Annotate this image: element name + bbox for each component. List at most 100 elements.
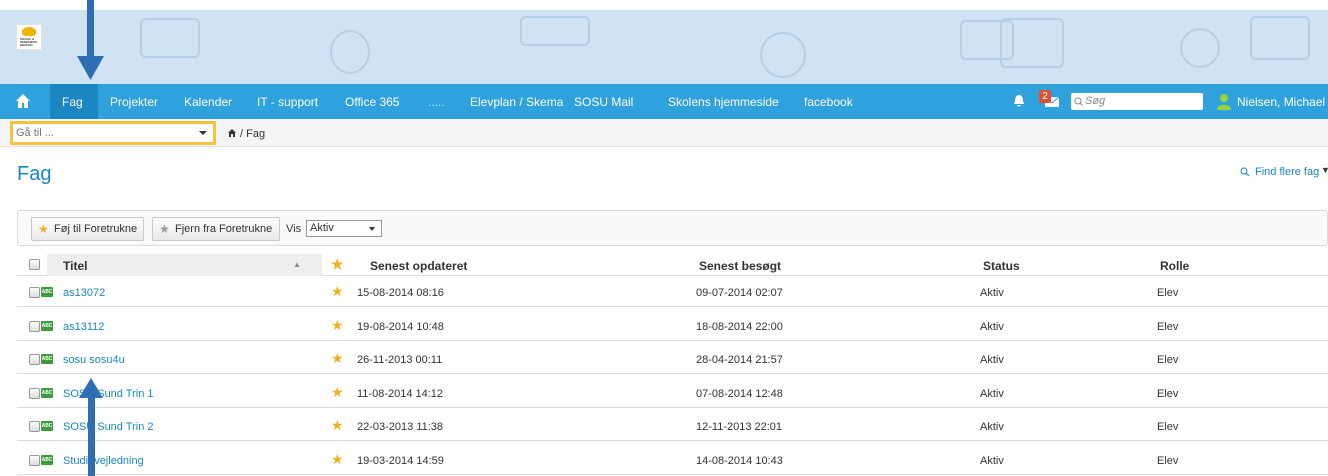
visited-cell: 12-11-2013 22:01	[696, 421, 783, 434]
row-checkbox[interactable]	[29, 387, 40, 399]
updated-cell: 19-03-2014 14:59	[357, 455, 444, 467]
visited-cell: 18-08-2014 22:00	[696, 320, 783, 333]
bell-icon[interactable]	[1012, 94, 1026, 108]
nav-item-elevplan[interactable]: Elevplan / Skema	[470, 95, 563, 109]
search-icon	[1074, 97, 1083, 106]
add-favorite-button[interactable]: ★ Føj til Foretrukne	[31, 217, 144, 241]
table-row[interactable]: ABC as13072 ★ 15-08-2014 08:16 09-07-201…	[17, 277, 1328, 307]
visited-cell: 07-08-2014 12:48	[696, 387, 783, 400]
nav-item-kalender[interactable]: Kalender	[184, 95, 232, 109]
course-icon: ABC	[41, 287, 53, 297]
column-header-title[interactable]: Titel	[63, 259, 87, 273]
updated-cell: 26-11-2013 00:11	[357, 354, 443, 367]
breadcrumb[interactable]: / Fag	[240, 128, 265, 140]
user-name-menu[interactable]: Nielsen, Michael	[1237, 95, 1325, 109]
status-cell: Aktiv	[980, 455, 1004, 467]
role-cell: Elev	[1157, 421, 1179, 434]
star-outline-icon: ★	[159, 222, 170, 236]
annotation-arrowhead-down	[77, 56, 104, 80]
nav-item-it-support[interactable]: IT - support	[257, 95, 318, 109]
role-cell: Elev	[1157, 287, 1179, 299]
nav-item-sosu-mail[interactable]: SOSU Mail	[574, 95, 633, 109]
table-row[interactable]: ABC Studievejledning ★ 19-03-2014 14:59 …	[17, 445, 1328, 475]
favorite-star-icon[interactable]: ★	[331, 417, 344, 434]
annotation-arrow-bottom	[88, 396, 95, 476]
main-nav: Fag Projekter Kalender IT - support Offi…	[0, 84, 1328, 119]
chevron-down-icon	[369, 227, 375, 231]
column-header-status[interactable]: Status	[983, 259, 1020, 273]
table-row[interactable]: ABC SOSU Sund Trin 2 ★ 22-03-2013 11:38 …	[17, 411, 1328, 442]
row-checkbox[interactable]	[29, 455, 40, 466]
chevron-down-icon	[199, 131, 207, 135]
course-title-link[interactable]: SOSU Sund Trin 2	[63, 421, 154, 433]
course-icon: ABC	[41, 421, 53, 432]
row-checkbox[interactable]	[29, 320, 40, 332]
role-cell: Elev	[1157, 320, 1179, 333]
chevron-down-icon[interactable]: ▼	[1321, 165, 1328, 175]
course-title-link[interactable]: as13072	[63, 287, 105, 299]
row-checkbox[interactable]	[29, 421, 40, 433]
column-header-role[interactable]: Rolle	[1160, 259, 1189, 273]
table-row[interactable]: ABC as13112 ★ 19-08-2014 10:48 18-08-201…	[17, 311, 1328, 341]
find-more-icon	[1240, 167, 1250, 177]
table-header: Titel ▲ ★ Senest opdateret Senest besøgt…	[17, 254, 1328, 276]
updated-cell: 11-08-2014 14:12	[357, 387, 444, 400]
annotation-arrow-top	[87, 0, 94, 58]
nav-item-facebook[interactable]: facebook	[804, 95, 853, 109]
breadcrumb-home-icon[interactable]	[227, 128, 237, 138]
find-more-link[interactable]: Find flere fag	[1255, 166, 1319, 178]
status-filter-value: Aktiv	[310, 222, 334, 234]
column-header-visited[interactable]: Senest besøgt	[699, 259, 781, 273]
favorite-star-icon[interactable]: ★	[331, 317, 344, 334]
column-header-updated[interactable]: Senest opdateret	[370, 259, 467, 273]
visited-cell: 09-07-2014 02:07	[696, 287, 783, 299]
table-row[interactable]: ABC sosu sosu4u ★ 26-11-2013 00:11 28-04…	[17, 344, 1328, 375]
role-cell: Elev	[1157, 387, 1179, 400]
star-icon: ★	[38, 222, 49, 236]
status-cell: Aktiv	[980, 421, 1004, 434]
course-icon: ABC	[41, 354, 53, 365]
row-checkbox[interactable]	[29, 287, 40, 298]
course-icon: ABC	[41, 387, 53, 398]
status-cell: Aktiv	[980, 387, 1004, 400]
course-title-link[interactable]: Studievejledning	[63, 455, 144, 467]
school-logo[interactable]: SOCIAL & SUNDHEDS SKOLEN	[16, 24, 42, 50]
goto-placeholder: Gå til ...	[16, 127, 54, 139]
goto-select[interactable]: Gå til ...	[10, 121, 216, 145]
visited-cell: 14-08-2014 10:43	[696, 455, 783, 467]
favorite-star-icon[interactable]: ★	[331, 451, 344, 468]
updated-cell: 15-08-2014 08:16	[357, 287, 444, 299]
nav-item-more[interactable]: .....	[428, 95, 445, 109]
nav-item-office365[interactable]: Office 365	[345, 95, 399, 109]
annotation-arrowhead-up	[79, 378, 103, 398]
home-icon[interactable]	[14, 92, 32, 110]
status-cell: Aktiv	[980, 287, 1004, 299]
course-title-link[interactable]: sosu sosu4u	[63, 354, 125, 366]
status-cell: Aktiv	[980, 354, 1004, 367]
course-title-link[interactable]: SOSU Sund Trin 1	[63, 388, 154, 400]
role-cell: Elev	[1157, 455, 1179, 467]
table-row[interactable]: ABC SOSU Sund Trin 1 ★ 11-08-2014 14:12 …	[17, 378, 1328, 408]
user-icon[interactable]	[1216, 93, 1232, 110]
favorite-star-icon[interactable]: ★	[331, 350, 344, 367]
search-input[interactable]: Søg	[1071, 93, 1203, 110]
favorite-star-icon[interactable]: ★	[331, 384, 344, 401]
updated-cell: 22-03-2013 11:38	[357, 421, 444, 434]
nav-item-skolens-hjemmeside[interactable]: Skolens hjemmeside	[668, 95, 779, 109]
course-icon: ABC	[41, 320, 53, 331]
status-cell: Aktiv	[980, 320, 1004, 333]
nav-item-projekter[interactable]: Projekter	[110, 95, 158, 109]
message-count-badge: 2	[1039, 90, 1051, 103]
show-label: Vis	[286, 223, 302, 235]
sort-asc-icon[interactable]: ▲	[293, 260, 301, 269]
course-icon: ABC	[41, 455, 53, 465]
remove-favorite-button[interactable]: ★ Fjern fra Foretrukne	[152, 217, 280, 241]
visited-cell: 28-04-2014 21:57	[696, 354, 783, 367]
header-banner	[0, 10, 1328, 84]
course-title-link[interactable]: as13112	[63, 321, 104, 333]
row-checkbox[interactable]	[29, 354, 40, 366]
favorite-star-icon[interactable]: ★	[331, 283, 344, 300]
status-filter-select[interactable]: Aktiv	[306, 220, 382, 237]
select-all-checkbox[interactable]	[29, 259, 40, 270]
nav-item-fag[interactable]: Fag	[62, 95, 83, 109]
